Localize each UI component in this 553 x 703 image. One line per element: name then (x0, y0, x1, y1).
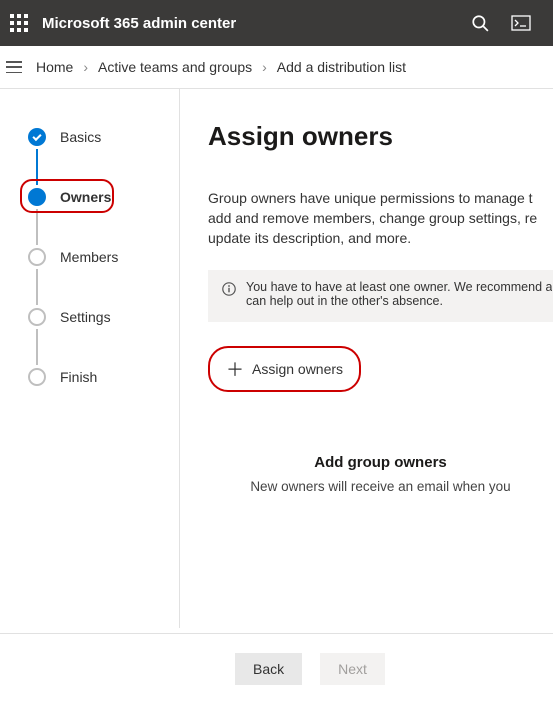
info-message: You have to have at least one owner. We … (208, 270, 553, 322)
check-icon (32, 131, 41, 140)
app-launcher-icon[interactable] (10, 14, 28, 32)
wizard-steps: Basics Owners Members Settings Finish (0, 89, 180, 628)
hamburger-icon[interactable] (6, 61, 22, 73)
step-owners[interactable]: Owners (28, 185, 179, 209)
step-settings[interactable]: Settings (28, 305, 179, 329)
breadcrumb-item-groups[interactable]: Active teams and groups (98, 59, 252, 75)
breadcrumb-item-add: Add a distribution list (277, 59, 406, 75)
footer-actions: Back Next (0, 633, 553, 703)
chevron-right-icon: › (262, 59, 267, 75)
breadcrumb: Home › Active teams and groups › Add a d… (0, 46, 553, 88)
highlight-circle (20, 179, 114, 213)
main-panel: Assign owners Group owners have unique p… (180, 89, 553, 628)
step-label: Members (60, 249, 118, 265)
plus-icon: ＋ (226, 356, 244, 382)
step-label: Basics (60, 129, 101, 145)
page-title: Assign owners (208, 121, 553, 152)
info-text: can help out in the other's absence. (246, 294, 552, 308)
next-button: Next (320, 653, 385, 685)
info-text: You have to have at least one owner. We … (246, 280, 552, 294)
info-icon (222, 282, 236, 296)
topbar: Microsoft 365 admin center (0, 0, 553, 46)
breadcrumb-item-home[interactable]: Home (36, 59, 73, 75)
shell-icon[interactable] (511, 15, 531, 31)
search-icon[interactable] (471, 14, 489, 32)
back-button[interactable]: Back (235, 653, 302, 685)
step-label: Settings (60, 309, 111, 325)
chevron-right-icon: › (83, 59, 88, 75)
assign-owners-button[interactable]: ＋ Assign owners (208, 346, 361, 392)
content-area: Basics Owners Members Settings Finish As… (0, 88, 553, 628)
step-basics[interactable]: Basics (28, 125, 179, 149)
subtext: New owners will receive an email when yo… (208, 479, 553, 494)
subheading: Add group owners (208, 454, 553, 471)
step-finish[interactable]: Finish (28, 365, 179, 389)
description-text: Group owners have unique permissions to … (208, 188, 553, 248)
step-label: Finish (60, 369, 97, 385)
topbar-title: Microsoft 365 admin center (42, 15, 471, 32)
assign-owners-label: Assign owners (252, 361, 343, 377)
step-members[interactable]: Members (28, 245, 179, 269)
